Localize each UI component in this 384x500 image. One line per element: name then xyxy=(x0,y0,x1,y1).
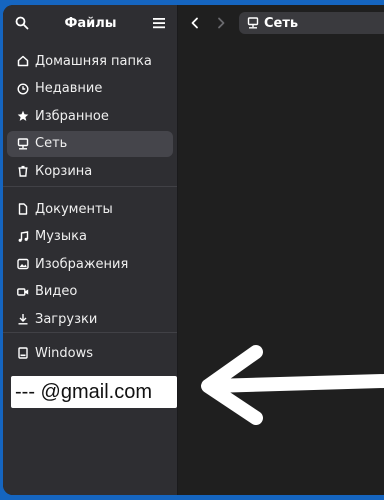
image-icon xyxy=(17,258,29,270)
drive-icon xyxy=(17,347,29,359)
sidebar-item-home[interactable]: Домашняя папка xyxy=(7,48,173,74)
video-icon xyxy=(17,286,29,298)
sidebar-item-label: Изображения xyxy=(35,256,129,272)
star-icon xyxy=(17,110,29,122)
annotation-arrow xyxy=(201,345,384,425)
download-icon xyxy=(17,313,29,325)
document-icon xyxy=(17,203,29,215)
music-icon xyxy=(17,230,29,243)
sidebar-item-label: Избранное xyxy=(35,108,109,124)
network-icon xyxy=(247,17,259,29)
sidebar-item-recent[interactable]: Недавние xyxy=(7,76,173,102)
sidebar-item-label: Музыка xyxy=(35,229,87,245)
sidebar-divider xyxy=(3,332,177,333)
clock-icon xyxy=(17,83,29,95)
sidebar-item-label: Домашняя папка xyxy=(35,53,152,69)
sidebar-item-label: Документы xyxy=(35,201,113,217)
sidebar-item-label: Windows xyxy=(35,345,94,361)
sidebar-header: Файлы xyxy=(3,5,177,41)
sidebar-item-label: Видео xyxy=(35,284,78,300)
home-icon xyxy=(17,55,29,67)
places-list: Домашняя папка Недавние Избранное Сеть К… xyxy=(3,48,177,186)
sidebar-item-network[interactable]: Сеть xyxy=(7,130,173,157)
sidebar-item-trash[interactable]: Корзина xyxy=(7,158,173,184)
sidebar-item-videos[interactable]: Видео xyxy=(7,279,173,305)
devices-list: Windows xyxy=(3,340,177,368)
path-label: Сеть xyxy=(264,15,299,31)
email-annotation-label: --- @gmail.com xyxy=(11,376,177,408)
menu-icon[interactable] xyxy=(150,14,168,32)
back-button[interactable] xyxy=(184,12,206,34)
forward-button[interactable] xyxy=(210,12,232,34)
sidebar-item-label: Недавние xyxy=(35,81,103,97)
sidebar-item-pictures[interactable]: Изображения xyxy=(7,251,173,277)
sidebar-item-starred[interactable]: Избранное xyxy=(7,103,173,129)
sidebar-item-label: Загрузки xyxy=(35,311,98,327)
app-title: Файлы xyxy=(64,15,117,31)
sidebar-item-downloads[interactable]: Загрузки xyxy=(7,306,173,332)
path-bar[interactable]: Сеть xyxy=(239,12,384,34)
bookmarks-list: Документы Музыка Изображения Видео Загру… xyxy=(3,196,177,334)
sidebar-item-label: Сеть xyxy=(35,136,68,152)
sidebar-item-windows[interactable]: Windows xyxy=(7,340,173,366)
search-icon[interactable] xyxy=(13,14,31,32)
trash-icon xyxy=(17,165,29,178)
network-icon xyxy=(17,138,29,150)
sidebar: Файлы Домашняя папка Недавние Избранное … xyxy=(3,5,178,495)
sidebar-item-documents[interactable]: Документы xyxy=(7,196,173,222)
sidebar-item-label: Корзина xyxy=(35,163,93,179)
sidebar-divider xyxy=(3,186,177,187)
sidebar-item-music[interactable]: Музыка xyxy=(7,224,173,250)
